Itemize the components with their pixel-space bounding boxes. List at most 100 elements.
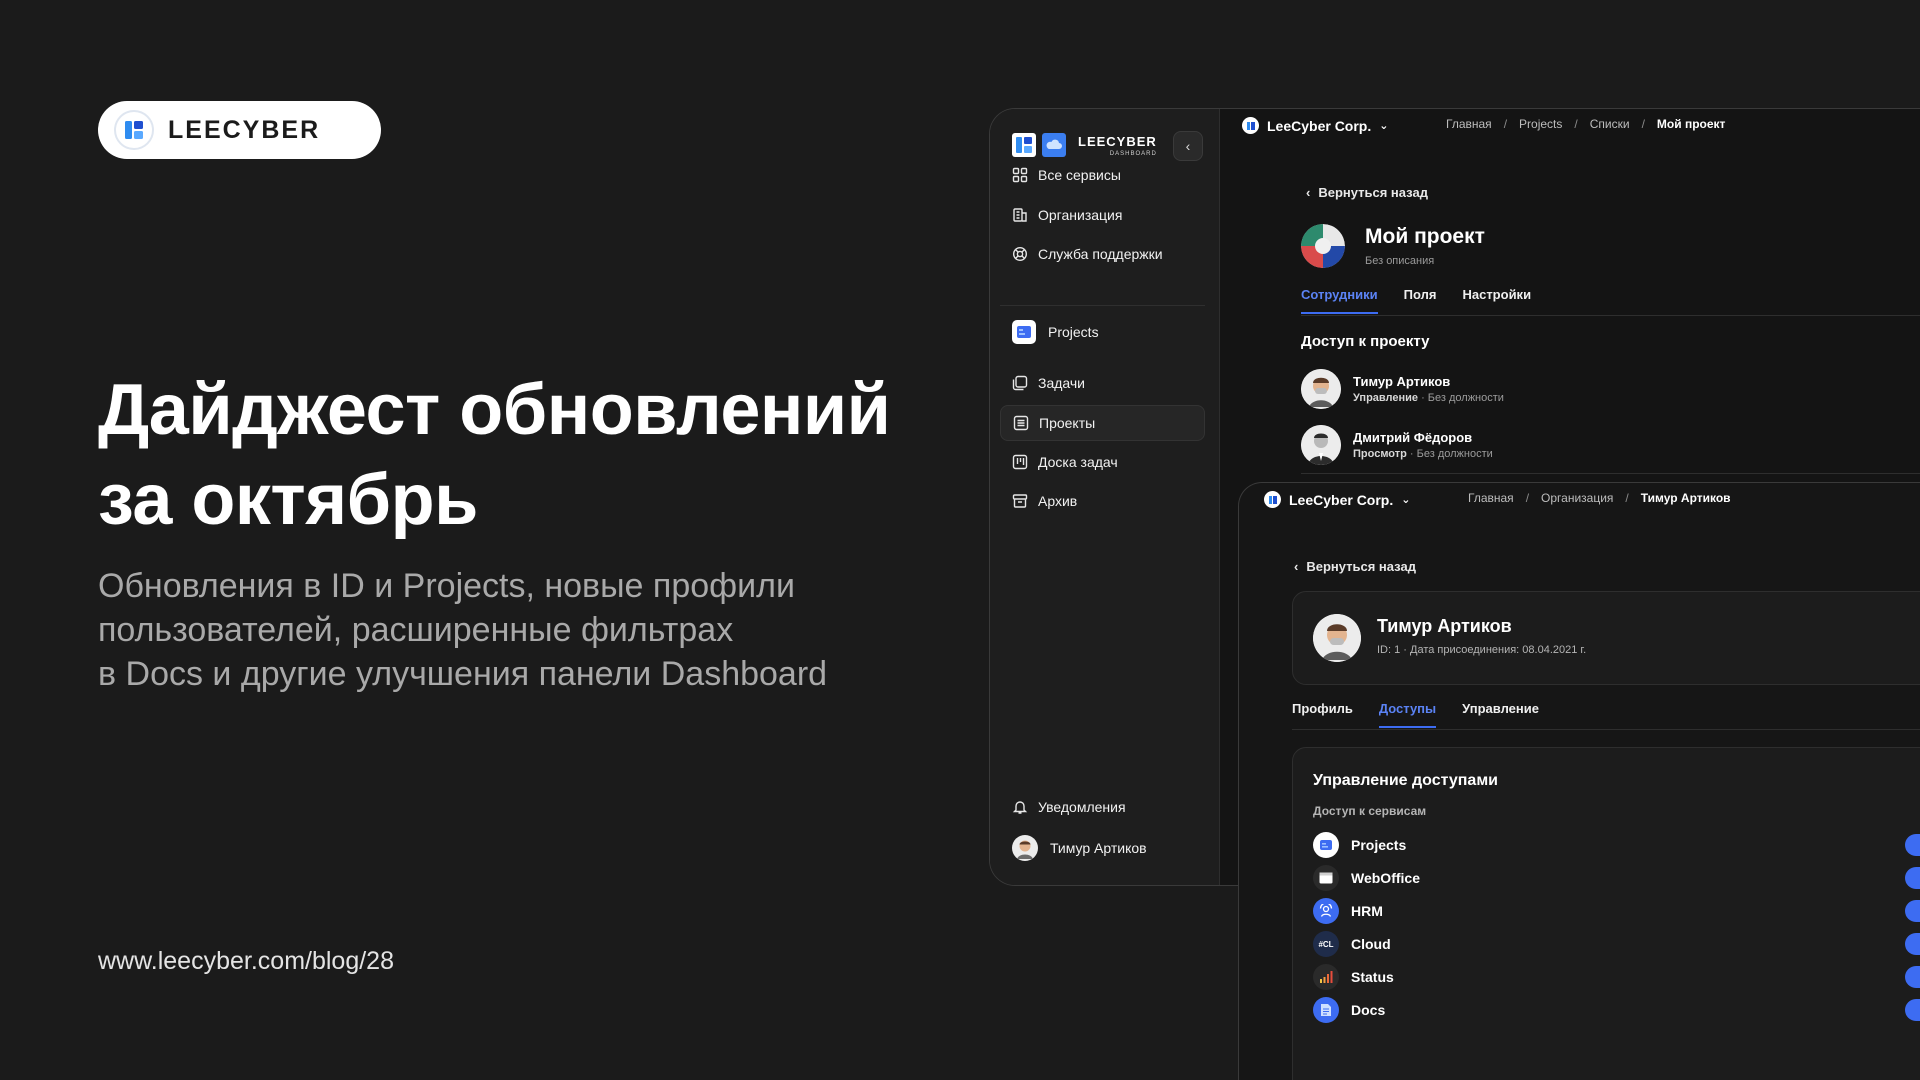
page-subtitle: Обновления в ID и Projects, новые профил… [98,567,828,693]
member-name: Дмитрий Фёдоров [1353,430,1473,445]
sidebar-item-label: Организация [1038,207,1123,223]
service-name: HRM [1351,903,1383,919]
breadcrumb-home[interactable]: Главная [1446,117,1492,131]
cloud-access-toggle[interactable] [1905,933,1920,955]
service-row-weboffice: WebOffice [1313,865,1920,891]
tab-fields[interactable]: Поля [1404,287,1437,314]
weboffice-access-toggle[interactable] [1905,867,1920,889]
weboffice-icon [1313,865,1339,891]
list-item[interactable]: Дмитрий Фёдоров Просмотр · Без должности [1301,425,1493,465]
breadcrumb-projects[interactable]: Projects [1519,117,1562,131]
docs-icon [1313,997,1339,1023]
sidebar-item-projects-service[interactable]: Projects [1000,314,1205,350]
breadcrumb-separator: / [1574,117,1578,131]
sidebar: LEECYBER DASHBOARD ‹ Все сервисы Организ… [990,109,1220,885]
chevron-down-icon: ⌄ [1401,494,1411,506]
member-position: · Без должности [1406,448,1493,460]
sidebar-brand-name: LEECYBER [1078,134,1157,149]
user-header-card: Тимур Артиков ID: 1 · Дата присоединения… [1292,591,1920,685]
grid-icon [1012,167,1028,183]
tab-management[interactable]: Управление [1462,701,1539,728]
docs-access-toggle[interactable] [1905,999,1920,1021]
service-name: Status [1351,969,1394,985]
org-switcher[interactable]: LeeCyber Corp. ⌄ [1264,491,1410,508]
card-title: Управление доступами [1313,772,1498,789]
sidebar-brand: LEECYBER DASHBOARD [1012,133,1157,157]
breadcrumb-separator: / [1625,491,1629,505]
sidebar-item-label: Служба поддержки [1038,246,1163,262]
back-button[interactable]: ‹ Вернуться назад [1306,185,1428,200]
project-description: Без описания [1365,255,1435,267]
breadcrumb: Главная / Организация / Тимур Артиков [1468,491,1731,505]
archive-icon [1012,493,1028,509]
sidebar-user-profile[interactable]: Тимур Артиков [1000,830,1205,866]
org-name: LeeCyber Corp. [1289,491,1394,508]
leecyber-logo-icon [1012,133,1036,157]
project-avatar [1301,224,1345,268]
sidebar-item-projects-list[interactable]: Проекты [1000,405,1205,441]
blog-url-link[interactable]: www.leecyber.com/blog/28 [98,947,394,976]
avatar [1301,425,1341,465]
sidebar-item-notifications[interactable]: Уведомления [1000,789,1205,825]
avatar [1301,369,1341,409]
status-bars-icon [1313,964,1339,990]
sidebar-item-label: Проекты [1039,415,1096,431]
tabs-divider [1301,315,1920,316]
tab-settings[interactable]: Настройки [1462,287,1531,314]
sidebar-item-organization[interactable]: Организация [1000,197,1205,233]
tab-access[interactable]: Доступы [1378,701,1437,728]
projects-app-icon [1313,832,1339,858]
service-name: Docs [1351,1002,1386,1018]
sidebar-item-archive[interactable]: Архив [1000,483,1205,519]
member-role: Просмотр [1353,448,1407,460]
member-role: Управление [1353,392,1419,404]
project-tabs: Сотрудники Поля Настройки [1301,287,1531,314]
user-meta: ID: 1 · Дата присоединения: 08.04.2021 г… [1377,644,1587,656]
breadcrumb-separator: / [1503,117,1508,131]
status-access-toggle[interactable] [1905,966,1920,988]
chevron-down-icon: ⌄ [1379,120,1389,132]
member-name: Тимур Артиков [1353,374,1451,389]
brand-name: LEECYBER [168,115,321,144]
org-switcher[interactable]: LeeCyber Corp. ⌄ [1242,117,1388,134]
bell-icon [1012,799,1028,815]
sidebar-item-label: Задачи [1038,375,1086,391]
avatar [1313,614,1361,662]
sidebar-item-label: Уведомления [1038,799,1126,815]
member-position: · Без должности [1418,392,1504,404]
chevron-left-icon: ‹ [1294,559,1299,574]
sidebar-item-all-services[interactable]: Все сервисы [1000,157,1205,193]
breadcrumb-home[interactable]: Главная [1468,491,1514,505]
list-item[interactable]: Тимур Артиков Управление · Без должности [1301,369,1504,409]
breadcrumb-separator: / [1525,491,1530,505]
sidebar-item-task-board[interactable]: Доска задач [1000,444,1205,480]
sidebar-item-support[interactable]: Служба поддержки [1000,236,1205,272]
chevron-left-icon: ‹ [1306,185,1311,200]
member-meta: Управление · Без должности [1353,392,1504,404]
building-icon [1012,207,1028,223]
projects-access-toggle[interactable] [1905,834,1920,856]
breadcrumb-organization[interactable]: Организация [1541,491,1613,505]
hrm-access-toggle[interactable] [1905,900,1920,922]
breadcrumb-lists[interactable]: Списки [1590,117,1630,131]
service-name: Projects [1351,837,1407,853]
service-name: WebOffice [1351,870,1420,886]
tab-employees[interactable]: Сотрудники [1301,287,1378,314]
breadcrumb-current: Мой проект [1656,117,1726,131]
back-label: Вернуться назад [1318,185,1428,200]
member-meta: Просмотр · Без должности [1353,448,1493,460]
row-divider [1301,473,1920,474]
breadcrumb: Главная / Projects / Списки / Мой проект [1446,117,1725,131]
user-profile-window: LeeCyber Corp. ⌄ Главная / Организация / Т… [1238,482,1920,1080]
tab-profile[interactable]: Профиль [1292,701,1353,728]
sidebar-item-label: Projects [1048,324,1099,340]
sidebar-item-tasks[interactable]: Задачи [1000,365,1205,401]
back-button[interactable]: ‹ Вернуться назад [1294,559,1416,574]
tasks-icon [1012,375,1028,391]
brand-logo: LEECYBER [98,101,381,159]
org-logo-icon [1242,117,1259,134]
user-name: Тимур Артиков [1377,616,1512,636]
section-heading: Доступ к проекту [1301,333,1430,350]
service-row-hrm: HRM [1313,898,1920,924]
access-management-card: Управление доступами Доступ к сервисам P… [1292,747,1920,1080]
